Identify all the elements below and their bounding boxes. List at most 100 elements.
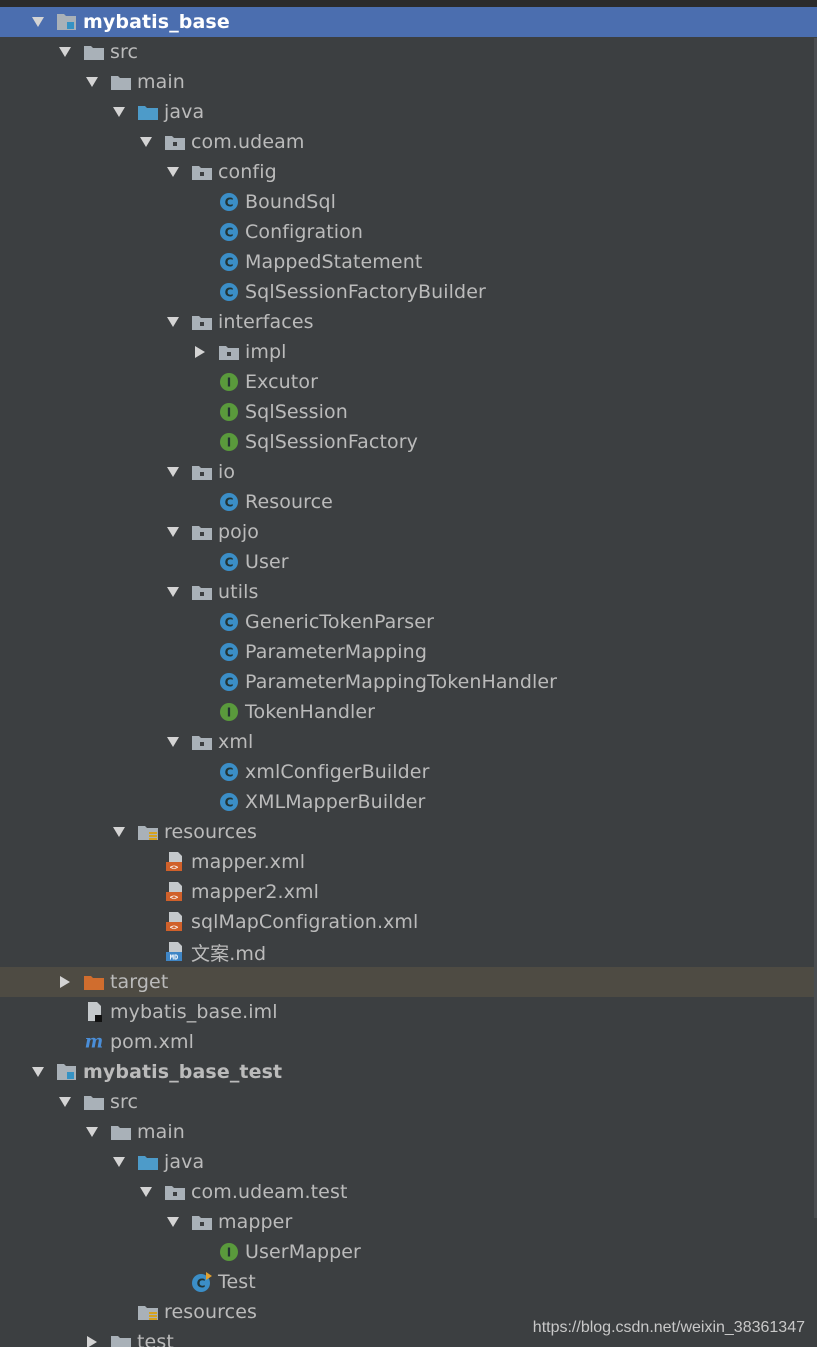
- tree-node[interactable]: C ParameterMappingTokenHandler: [0, 667, 817, 697]
- expand-arrow-icon[interactable]: [84, 74, 100, 90]
- tree-node[interactable]: C Configration: [0, 217, 817, 247]
- svg-text:I: I: [227, 376, 231, 390]
- excluded-folder-icon: [83, 971, 105, 993]
- expand-arrow-icon[interactable]: [111, 824, 127, 840]
- tree-node[interactable]: C SqlSessionFactoryBuilder: [0, 277, 817, 307]
- interface-icon: I: [218, 431, 240, 453]
- package-icon: [164, 1181, 186, 1203]
- expand-arrow-icon[interactable]: [57, 1094, 73, 1110]
- collapse-arrow-icon[interactable]: [57, 974, 73, 990]
- tree-node[interactable]: C XMLMapperBuilder: [0, 787, 817, 817]
- expand-arrow-icon[interactable]: [165, 584, 181, 600]
- expand-arrow-icon[interactable]: [165, 164, 181, 180]
- tree-node[interactable]: <> mapper2.xml: [0, 877, 817, 907]
- tree-node[interactable]: C Test: [0, 1267, 817, 1297]
- folder-icon: [110, 71, 132, 93]
- svg-text:<>: <>: [170, 864, 178, 872]
- package-icon: [218, 341, 240, 363]
- expand-arrow-icon[interactable]: [57, 44, 73, 60]
- tree-node[interactable]: I SqlSessionFactory: [0, 427, 817, 457]
- tree-node-label: java: [164, 1151, 205, 1173]
- tree-node[interactable]: CxmlConfigerBuilder: [0, 757, 817, 787]
- tree-node[interactable]: <> mapper.xml: [0, 847, 817, 877]
- md-file-icon: MD: [164, 941, 186, 963]
- svg-text:C: C: [197, 1277, 206, 1291]
- tree-node[interactable]: utils: [0, 577, 817, 607]
- tree-node-label: xmlConfigerBuilder: [245, 761, 430, 783]
- tree-node[interactable]: mybatis_base.iml: [0, 997, 817, 1027]
- collapse-arrow-icon[interactable]: [84, 1334, 100, 1347]
- tree-node[interactable]: main: [0, 67, 817, 97]
- collapse-arrow-icon[interactable]: [192, 344, 208, 360]
- resources-folder-icon: [137, 1301, 159, 1323]
- expand-arrow-icon[interactable]: [165, 524, 181, 540]
- module-icon: [56, 11, 78, 33]
- tree-node[interactable]: mapper: [0, 1207, 817, 1237]
- tree-node[interactable]: C BoundSql: [0, 187, 817, 217]
- tree-node[interactable]: pojo: [0, 517, 817, 547]
- package-icon: [191, 521, 213, 543]
- tree-node[interactable]: I UserMapper: [0, 1237, 817, 1267]
- expand-arrow-icon[interactable]: [138, 1184, 154, 1200]
- tree-node-label: interfaces: [218, 311, 314, 333]
- expand-arrow-icon[interactable]: [165, 464, 181, 480]
- runnable-class-icon: C: [191, 1271, 213, 1293]
- tree-node[interactable]: mybatis_base_test: [0, 1057, 817, 1087]
- tree-node[interactable]: I TokenHandler: [0, 697, 817, 727]
- expand-arrow-icon[interactable]: [111, 104, 127, 120]
- tree-node-label: impl: [245, 341, 287, 363]
- tree-node[interactable]: xml: [0, 727, 817, 757]
- expand-arrow-icon[interactable]: [165, 1214, 181, 1230]
- tree-node-label: UserMapper: [245, 1241, 361, 1263]
- tree-node[interactable]: MD 文案.md: [0, 937, 817, 967]
- expand-arrow-icon[interactable]: [30, 14, 46, 30]
- xml-file-icon: <>: [164, 851, 186, 873]
- tree-node-label: resources: [164, 821, 257, 843]
- tree-node[interactable]: C ParameterMapping: [0, 637, 817, 667]
- tree-node[interactable]: I SqlSession: [0, 397, 817, 427]
- svg-text:I: I: [227, 706, 231, 720]
- tree-node[interactable]: <> sqlMapConfigration.xml: [0, 907, 817, 937]
- tree-node[interactable]: m pom.xml: [0, 1027, 817, 1057]
- expand-arrow-icon[interactable]: [111, 1154, 127, 1170]
- tree-node-label: utils: [218, 581, 259, 603]
- tree-node[interactable]: java: [0, 97, 817, 127]
- tree-node-label: pojo: [218, 521, 259, 543]
- tree-node-label: mapper: [218, 1211, 293, 1233]
- tree-node[interactable]: main: [0, 1117, 817, 1147]
- tree-node-label: target: [110, 971, 169, 993]
- xml-file-icon: <>: [164, 911, 186, 933]
- expand-arrow-icon[interactable]: [165, 314, 181, 330]
- tree-node[interactable]: target: [0, 967, 817, 997]
- expand-arrow-icon[interactable]: [165, 734, 181, 750]
- tree-node[interactable]: interfaces: [0, 307, 817, 337]
- tree-node[interactable]: src: [0, 37, 817, 67]
- tree-node[interactable]: mybatis_base: [0, 7, 817, 37]
- tool-window-header-edge: [0, 0, 817, 7]
- expand-arrow-icon[interactable]: [30, 1064, 46, 1080]
- tree-node[interactable]: C Resource: [0, 487, 817, 517]
- tree-node-label: mybatis_base: [83, 11, 230, 33]
- svg-text:C: C: [225, 796, 234, 810]
- tree-node[interactable]: C GenericTokenParser: [0, 607, 817, 637]
- tree-node[interactable]: C MappedStatement: [0, 247, 817, 277]
- tree-node[interactable]: I Excutor: [0, 367, 817, 397]
- svg-text:<>: <>: [170, 894, 178, 902]
- svg-text:C: C: [225, 616, 234, 630]
- tree-node[interactable]: config: [0, 157, 817, 187]
- expand-arrow-icon[interactable]: [84, 1124, 100, 1140]
- tree-node[interactable]: impl: [0, 337, 817, 367]
- tree-node[interactable]: resources: [0, 817, 817, 847]
- tree-node-label: 文案.md: [191, 942, 267, 965]
- expand-arrow-icon[interactable]: [138, 134, 154, 150]
- package-icon: [164, 131, 186, 153]
- tree-node[interactable]: io: [0, 457, 817, 487]
- tree-node[interactable]: com.udeam: [0, 127, 817, 157]
- svg-text:I: I: [227, 436, 231, 450]
- tree-node[interactable]: C User: [0, 547, 817, 577]
- class-icon: C: [218, 761, 240, 783]
- tree-node[interactable]: java: [0, 1147, 817, 1177]
- iml-file-icon: [83, 1001, 105, 1023]
- tree-node[interactable]: com.udeam.test: [0, 1177, 817, 1207]
- tree-node[interactable]: src: [0, 1087, 817, 1117]
